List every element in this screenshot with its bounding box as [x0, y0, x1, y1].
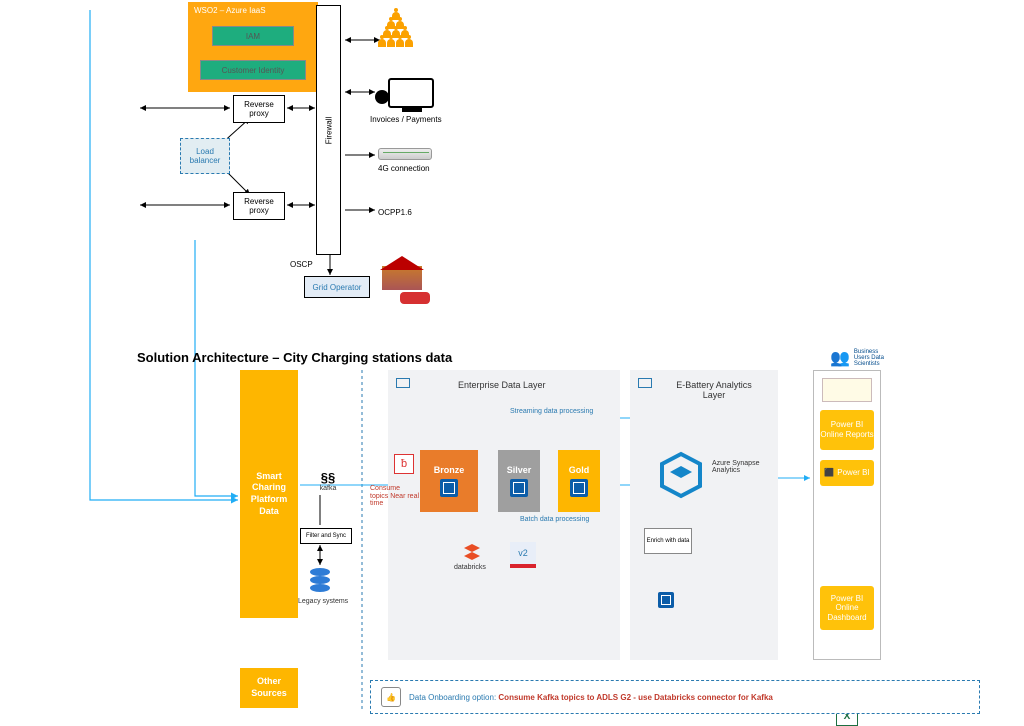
synapse-icon [656, 450, 706, 500]
callout-bold: Consume Kafka topics to ADLS G2 - use Da… [498, 693, 772, 702]
gold-label: Gold [569, 465, 590, 475]
car-icon [400, 292, 430, 304]
legacy-db [310, 568, 330, 592]
4g-label: 4G connection [378, 164, 430, 173]
wso2-header: WSO2 – Azure IaaS [194, 6, 266, 15]
rp1-label: Reverse proxy [234, 100, 284, 118]
solution-title: Solution Architecture – City Charging st… [137, 350, 452, 365]
people-icon: 👥 [830, 348, 850, 368]
customer-identity-box: Customer Identity [200, 60, 306, 80]
db-icon [310, 568, 330, 592]
pbi-dashboard-card: Power BI Online Dashboard [820, 586, 874, 630]
firewall-label: Firewall [324, 116, 333, 144]
reverse-proxy-2: Reverse proxy [233, 192, 285, 220]
ocpp-label: OCPP1.6 [378, 208, 412, 217]
consume-topics-label: Consume topics Near real time [370, 485, 420, 508]
bull-icon: ƀ [394, 454, 414, 474]
reverse-proxy-1: Reverse proxy [233, 95, 285, 123]
gold-store-icon [570, 479, 588, 497]
other-sources: Other Sources [240, 668, 298, 708]
callout-prefix: Data Onboarding option: [409, 693, 498, 702]
enrich-box: Enrich with data [644, 528, 692, 554]
wso2-cluster: WSO2 – Azure IaaS IAM Customer Identity [188, 2, 318, 92]
kafka-block: §§ kafka [306, 470, 350, 492]
monitor-icon [388, 78, 434, 108]
building-icon [382, 256, 422, 290]
rp2-label: Reverse proxy [234, 197, 284, 215]
pbi-card: ⬛ Power BI [820, 460, 874, 486]
person-icon [375, 90, 389, 104]
analytics-title: E-Battery Analytics Layer [664, 380, 764, 400]
edl-title: Enterprise Data Layer [458, 380, 546, 390]
databricks-icon [462, 544, 482, 562]
pbi-reports-card: Power BI Online Reports [820, 410, 874, 450]
bronze-store-icon [440, 479, 458, 497]
pbi-reports-label: Power BI Online Reports [820, 420, 874, 439]
thumbs-up-icon: 👍 [381, 687, 401, 707]
layer-badge-icon [396, 378, 410, 388]
other-sources-label: Other Sources [240, 676, 298, 699]
gold-layer: Gold [558, 450, 600, 512]
bronze-layer: Bronze [420, 450, 478, 512]
legacy-label: Legacy systems [298, 598, 348, 605]
biz-users-block: 👥 Business Users Data Scientists [830, 348, 894, 368]
iam-box: IAM [212, 26, 294, 46]
silver-store-icon [510, 479, 528, 497]
onboarding-callout: 👍 Data Onboarding option: Consume Kafka … [370, 680, 980, 714]
synapse-label: Azure Synapse Analytics [712, 460, 762, 474]
databricks-label: databricks [454, 564, 486, 571]
load-balancer: Load balancer [180, 138, 230, 174]
enrich-store-icon [658, 592, 674, 608]
silver-layer: Silver [498, 450, 540, 512]
layer-badge2-icon [638, 378, 652, 388]
smart-charging-source: Smart Charing Platform Data [240, 370, 298, 618]
enrich-label: Enrich with data [647, 538, 690, 544]
router-icon [378, 148, 432, 160]
card-decor-icon [822, 378, 872, 402]
oscp-label: OSCP [290, 260, 313, 269]
kafka-icon: §§ [306, 470, 350, 485]
grid-operator: Grid Operator [304, 276, 370, 298]
users-icon [378, 12, 413, 47]
biz-users-label: Business Users Data Scientists [854, 349, 894, 367]
batch-label: Batch data processing [520, 516, 589, 523]
filter-sync: Filter and Sync [300, 528, 352, 544]
invoices-label: Invoices / Payments [370, 115, 442, 124]
kafka-label: kafka [306, 485, 350, 492]
silver-label: Silver [507, 465, 532, 475]
pbi-dashboard-label: Power BI Online Dashboard [820, 594, 874, 623]
pbi-icon: ⬛ [824, 468, 834, 478]
bronze-label: Bronze [434, 465, 465, 475]
load-balancer-label: Load balancer [181, 147, 229, 165]
streaming-label: Streaming data processing [510, 408, 593, 415]
pbi-label: Power BI [837, 468, 869, 478]
v2-block: v2 [510, 542, 536, 568]
smart-source-label: Smart Charing Platform Data [240, 471, 298, 518]
firewall: Firewall [316, 5, 341, 255]
analytics-layer: E-Battery Analytics Layer [630, 370, 778, 660]
